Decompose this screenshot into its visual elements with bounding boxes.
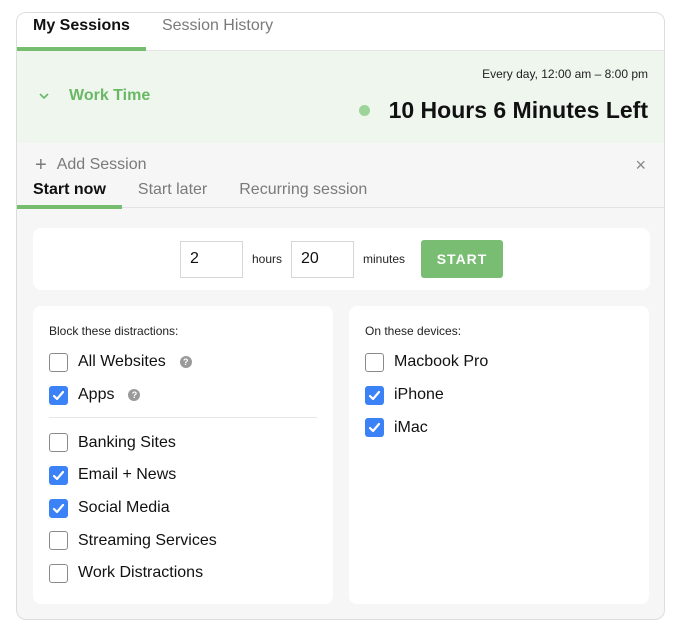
checkbox-label: Macbook Pro [394, 353, 489, 371]
session-schedule: Every day, 12:00 am – 8:00 pm [482, 67, 648, 81]
status-dot-icon [358, 105, 370, 116]
tab-start-later[interactable]: Start later [122, 181, 223, 208]
checkbox-label: All Websites [78, 353, 166, 371]
help-icon[interactable]: ? [179, 356, 192, 369]
sessions-panel: My Sessions Session History Work Time Ev… [16, 12, 665, 620]
checkbox[interactable] [49, 531, 68, 551]
checkbox-label: Email + News [78, 466, 177, 484]
tab-recurring-session[interactable]: Recurring session [223, 181, 383, 208]
checkbox[interactable] [49, 498, 68, 518]
checkmark-icon [52, 470, 65, 481]
session-toggle[interactable]: Work Time [39, 87, 150, 105]
help-icon[interactable]: ? [128, 389, 141, 402]
checkbox-row-banking-sites[interactable]: Banking Sites [49, 426, 317, 459]
divider [49, 417, 317, 419]
checkbox-label: Streaming Services [78, 531, 217, 549]
tab-my-sessions[interactable]: My Sessions [17, 13, 146, 51]
checkbox[interactable] [49, 433, 68, 453]
checkbox[interactable] [365, 352, 384, 372]
checkbox-row-all-websites[interactable]: All Websites? [49, 346, 317, 379]
top-tabs: My Sessions Session History [17, 13, 664, 51]
checkbox-row-streaming-services[interactable]: Streaming Services [49, 524, 317, 557]
time-left: 10 Hours 6 Minutes Left [358, 97, 648, 124]
minutes-label: minutes [363, 252, 406, 266]
checkbox-label: Work Distractions [78, 564, 204, 582]
checkbox-row-iphone[interactable]: iPhone [365, 379, 633, 412]
checkmark-icon [368, 423, 381, 433]
duration-form: hours minutes START [33, 228, 650, 290]
distractions-box: Block these distractions: All Websites? A… [33, 306, 333, 604]
start-button[interactable]: START [421, 240, 504, 278]
devices-box: On these devices: Macbook Pro iPhone iMac [349, 306, 649, 604]
close-icon[interactable]: × [635, 155, 646, 176]
tab-start-now[interactable]: Start now [17, 181, 122, 209]
hours-input[interactable] [179, 240, 243, 278]
chevron-down-icon [39, 93, 49, 100]
add-session-label: Add Session [56, 156, 147, 173]
tab-session-history[interactable]: Session History [146, 13, 289, 50]
checkbox-row-work-distractions[interactable]: Work Distractions [49, 557, 317, 590]
checkbox-row-email-news[interactable]: Email + News [49, 459, 317, 492]
session-type-tabs: Start now Start later Recurring session [17, 181, 664, 209]
checkmark-icon [368, 390, 381, 400]
checkmark-icon [52, 390, 65, 400]
minutes-input[interactable] [291, 240, 354, 278]
checkbox-label: Banking Sites [78, 433, 176, 451]
checkbox-row-macbook-pro[interactable]: Macbook Pro [365, 346, 633, 379]
checkbox-label: iMac [394, 418, 428, 436]
checkmark-icon [52, 503, 65, 513]
checkbox[interactable] [49, 385, 68, 405]
session-name: Work Time [69, 87, 151, 104]
distractions-title: Block these distractions: [49, 324, 179, 338]
add-session-section: + Add Session × Start now Start later Re… [17, 143, 664, 223]
checkbox[interactable] [49, 352, 68, 372]
checkbox[interactable] [365, 418, 384, 438]
checkbox[interactable] [49, 563, 68, 583]
devices-title: On these devices: [365, 324, 462, 338]
session-card: Work Time Every day, 12:00 am – 8:00 pm … [17, 51, 664, 143]
checkbox-row-imac[interactable]: iMac [365, 411, 633, 444]
add-session-button[interactable]: + Add Session [35, 154, 147, 176]
plus-icon: + [35, 154, 47, 176]
hours-label: hours [251, 252, 282, 266]
checkbox-row-social-media[interactable]: Social Media [49, 492, 317, 525]
checkbox-label: Social Media [78, 499, 170, 517]
checkbox-row-apps[interactable]: Apps? [49, 379, 317, 412]
checkbox-label: Apps [78, 386, 115, 404]
checkbox[interactable] [49, 465, 68, 485]
checkbox[interactable] [365, 385, 384, 405]
time-left-text: 10 Hours 6 Minutes Left [388, 97, 648, 123]
checkbox-label: iPhone [394, 386, 444, 404]
